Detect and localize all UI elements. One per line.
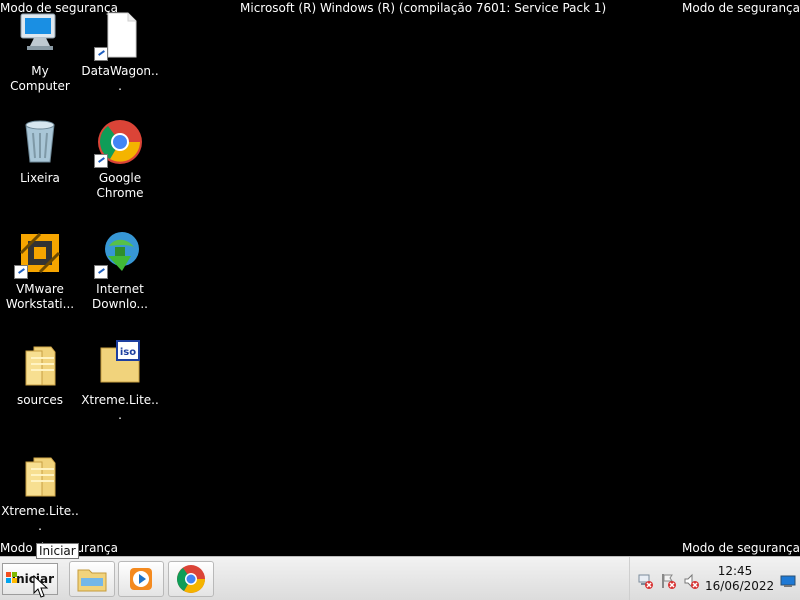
desktop-icon-label: Xtreme.Lite... [1, 504, 79, 533]
clock-date: 16/06/2022 [705, 579, 775, 593]
folder-icon [77, 569, 107, 592]
system-tray: 12:45 16/06/2022 [629, 557, 800, 600]
shortcut-arrow-icon [14, 265, 28, 279]
shortcut-arrow-icon [94, 154, 108, 168]
desktop-icon-label: My Computer [10, 64, 70, 93]
start-tooltip: Iniciar [36, 543, 79, 559]
media-player-button[interactable] [118, 561, 164, 597]
desktop-icon-label: DataWagon... [81, 64, 159, 93]
desktop-icon-label: sources [16, 393, 64, 407]
action-center-error-icon[interactable] [660, 573, 676, 589]
taskbar-clock[interactable]: 12:45 16/06/2022 [705, 564, 775, 594]
shortcut-arrow-icon [94, 47, 108, 61]
chrome-button[interactable] [168, 561, 214, 597]
computer-icon [16, 11, 64, 59]
shortcut-arrow-icon [94, 265, 108, 279]
desktop-icon-label: Internet Downlo... [92, 282, 148, 311]
folder-icon [16, 451, 64, 499]
vmware-icon [14, 229, 64, 279]
chrome-icon [94, 118, 144, 168]
safe-mode-label-top-right: Modo de segurança [682, 1, 800, 15]
desktop-icon-my-computer[interactable]: My Computer [0, 11, 80, 94]
desktop-icon-recycle-bin[interactable]: Lixeira [0, 118, 80, 186]
desktop-icon-label: VMware Workstati... [5, 282, 75, 311]
windows-version-title: Microsoft (R) Windows (R) (compilação 76… [240, 1, 607, 15]
windows-logo-icon [6, 572, 17, 583]
mouse-cursor-icon [33, 575, 49, 598]
svg-text:iso: iso [120, 347, 136, 358]
desktop-icon-datawagon[interactable]: DataWagon... [80, 11, 160, 94]
desktop-icon-label: Xtreme.Lite... [81, 393, 159, 422]
media-player-icon [130, 568, 152, 590]
desktop-icon-google-chrome[interactable]: Google Chrome [80, 118, 160, 201]
network-error-icon[interactable] [637, 573, 653, 589]
internet-download-icon [94, 229, 144, 279]
document-icon [94, 11, 144, 61]
desktop-icon-sources[interactable]: sources [0, 340, 80, 408]
chrome-icon [177, 565, 205, 593]
desktop-icon-xtreme-lite-iso[interactable]: iso Xtreme.Lite... [80, 340, 160, 423]
recycle-bin-icon [16, 118, 64, 166]
start-button[interactable]: Iniciar [2, 563, 58, 595]
show-desktop-icon[interactable] [780, 573, 796, 589]
desktop-icon-internet-download-manager[interactable]: Internet Downlo... [80, 229, 160, 312]
desktop-icon-vmware[interactable]: VMware Workstati... [0, 229, 80, 312]
explorer-button[interactable] [69, 561, 115, 597]
clock-time: 12:45 [717, 564, 753, 578]
volume-muted-icon[interactable] [683, 573, 699, 589]
folder-icon [16, 340, 64, 388]
iso-icon: iso [96, 340, 144, 388]
taskbar: Iniciar 12:45 16/06/2022 [0, 556, 800, 600]
desktop-icon-label: Lixeira [20, 171, 60, 185]
desktop-icon-xtreme-lite-folder[interactable]: Xtreme.Lite... [0, 451, 80, 534]
desktop[interactable]: Modo de segurança Microsoft (R) Windows … [0, 0, 800, 556]
safe-mode-label-bottom-right: Modo de segurança [682, 541, 800, 555]
desktop-icon-label: Google Chrome [96, 171, 144, 200]
